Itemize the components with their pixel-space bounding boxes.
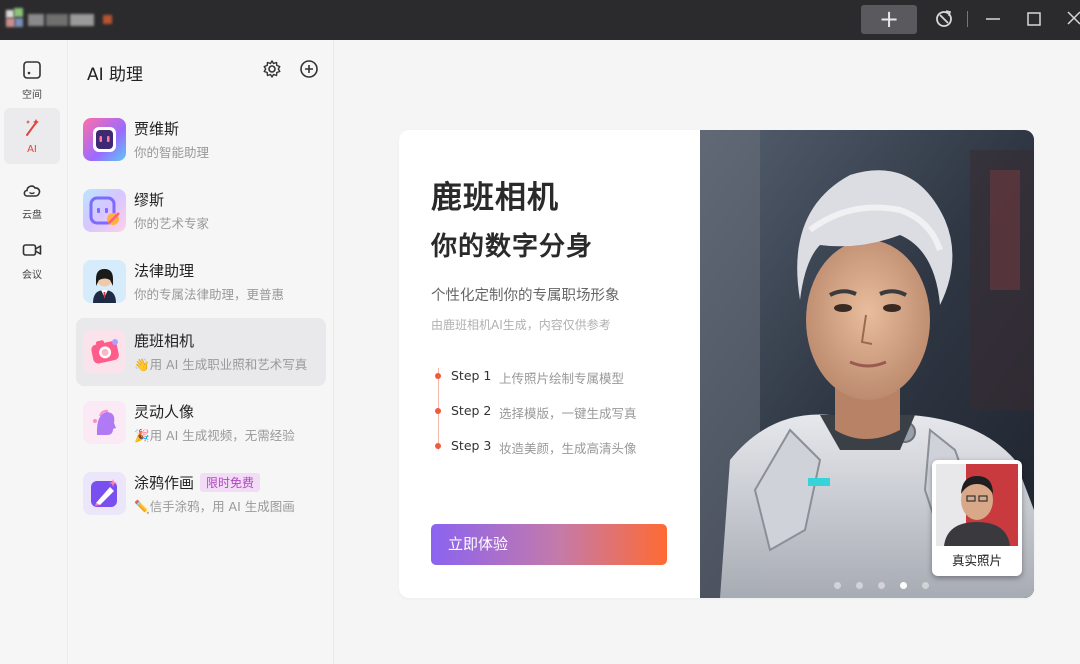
space-icon — [23, 61, 41, 79]
video-camera-icon — [22, 244, 42, 256]
assistant-desc: 你的艺术专家 — [134, 216, 210, 231]
legal-avatar — [83, 260, 126, 303]
assistant-item-luban-camera[interactable]: 鹿班相机 👋用 AI 生成职业照和艺术写真 — [76, 318, 326, 386]
rail-label-ai: AI — [27, 144, 37, 155]
new-tab-button[interactable]: + — [861, 5, 917, 34]
cloud-icon — [23, 185, 41, 197]
assistant-desc: ✏️信手涂鸦，用 AI 生成图画 — [134, 499, 295, 514]
assistant-name: 法律助理 — [134, 262, 195, 280]
ai-wand-icon — [26, 119, 39, 136]
rail-label-cloud: 云盘 — [22, 210, 42, 221]
dynamic-portrait-avatar — [83, 401, 126, 444]
hero-title: 鹿班相机 — [431, 180, 559, 216]
rail-label-meeting: 会议 — [22, 270, 42, 281]
jarvis-avatar — [83, 118, 126, 161]
assistant-name: 涂鸦作画 限时免费 — [134, 472, 261, 493]
title-bar: + — [0, 0, 1080, 40]
panel-title: AI 助理 — [87, 65, 144, 85]
real-photo-thumbnail[interactable]: 真实照片 — [932, 460, 1022, 576]
rail-label-space: 空间 — [22, 90, 42, 101]
assistant-item-jarvis[interactable]: 贾维斯 你的智能助理 — [76, 106, 326, 174]
free-badge: 限时免费 — [200, 473, 261, 492]
hero-note: 由鹿班相机AI生成，内容仅供参考 — [431, 318, 611, 332]
carousel-dot[interactable] — [834, 582, 841, 589]
assistant-name: 贾维斯 — [134, 120, 180, 138]
assistant-item-doodle[interactable]: 涂鸦作画 限时免费 ✏️信手涂鸦，用 AI 生成图画 — [76, 460, 326, 528]
real-photo-label: 真实照片 — [951, 553, 1002, 568]
step-text: 选择模版，一键生成写真 — [499, 406, 637, 421]
app-logo — [4, 8, 114, 32]
generated-portrait-image: 真实照片 — [700, 130, 1034, 598]
maximize-icon[interactable] — [1021, 6, 1047, 32]
assistant-desc: 🎉用 AI 生成视频，无需经验 — [134, 428, 295, 443]
close-icon[interactable] — [1062, 6, 1080, 32]
assistant-desc: 你的智能助理 — [134, 145, 210, 160]
step-dot — [435, 408, 441, 414]
assistant-name: 灵动人像 — [134, 403, 195, 421]
assistant-desc: 👋用 AI 生成职业照和艺术写真 — [134, 357, 308, 372]
step-label: Step 2 — [451, 403, 492, 418]
step-label: Step 3 — [451, 438, 492, 453]
settings-gear-icon[interactable] — [262, 59, 282, 79]
doodle-avatar — [83, 472, 126, 515]
carousel-dots — [834, 574, 939, 589]
step-label: Step 1 — [451, 368, 492, 383]
assistant-item-muse[interactable]: 缪斯 你的艺术专家 — [76, 177, 326, 245]
luban-camera-avatar — [83, 330, 126, 373]
add-circle-icon[interactable] — [299, 59, 319, 79]
hero-description: 个性化定制你的专属职场形象 — [431, 288, 620, 304]
rail-item-ai[interactable]: AI — [4, 108, 60, 164]
rail-item-cloud[interactable]: 云盘 — [4, 170, 60, 226]
step-dot — [435, 443, 441, 449]
left-nav-rail: 空间 AI 云盘 会议 — [0, 40, 68, 664]
step-text: 妆造美颜，生成高清头像 — [499, 441, 637, 456]
titlebar-separator — [967, 11, 968, 27]
main-content: 鹿班相机 你的数字分身 个性化定制你的专属职场形象 由鹿班相机AI生成，内容仅供… — [335, 40, 1080, 664]
step-text: 上传照片绘制专属模型 — [499, 371, 625, 386]
luban-camera-card: 鹿班相机 你的数字分身 个性化定制你的专属职场形象 由鹿班相机AI生成，内容仅供… — [399, 130, 1034, 598]
sync-icon[interactable] — [931, 6, 957, 32]
assistant-desc: 你的专属法律助理，更普惠 — [134, 287, 285, 302]
muse-avatar — [83, 189, 126, 232]
assistant-item-dynamic-portrait[interactable]: 灵动人像 🎉用 AI 生成视频，无需经验 — [76, 389, 326, 457]
assistant-name: 鹿班相机 — [134, 332, 195, 350]
real-photo-image — [936, 464, 1018, 546]
hero-subtitle: 你的数字分身 — [431, 232, 594, 262]
try-now-button[interactable]: 立即体验 — [431, 524, 667, 565]
minimize-icon[interactable] — [980, 6, 1006, 32]
assistant-item-legal[interactable]: 法律助理 你的专属法律助理，更普惠 — [76, 248, 326, 316]
step-dot — [435, 373, 441, 379]
assistant-name: 缪斯 — [134, 191, 165, 209]
rail-item-space[interactable]: 空间 — [4, 50, 60, 106]
assistant-panel: AI 助理 贾维斯 你的智能助理 缪斯 你的艺术专家 法律助理 你的专属法律助理… — [69, 40, 334, 664]
assistant-name-text: 涂鸦作画 — [134, 474, 195, 492]
rail-item-meeting[interactable]: 会议 — [4, 230, 60, 286]
